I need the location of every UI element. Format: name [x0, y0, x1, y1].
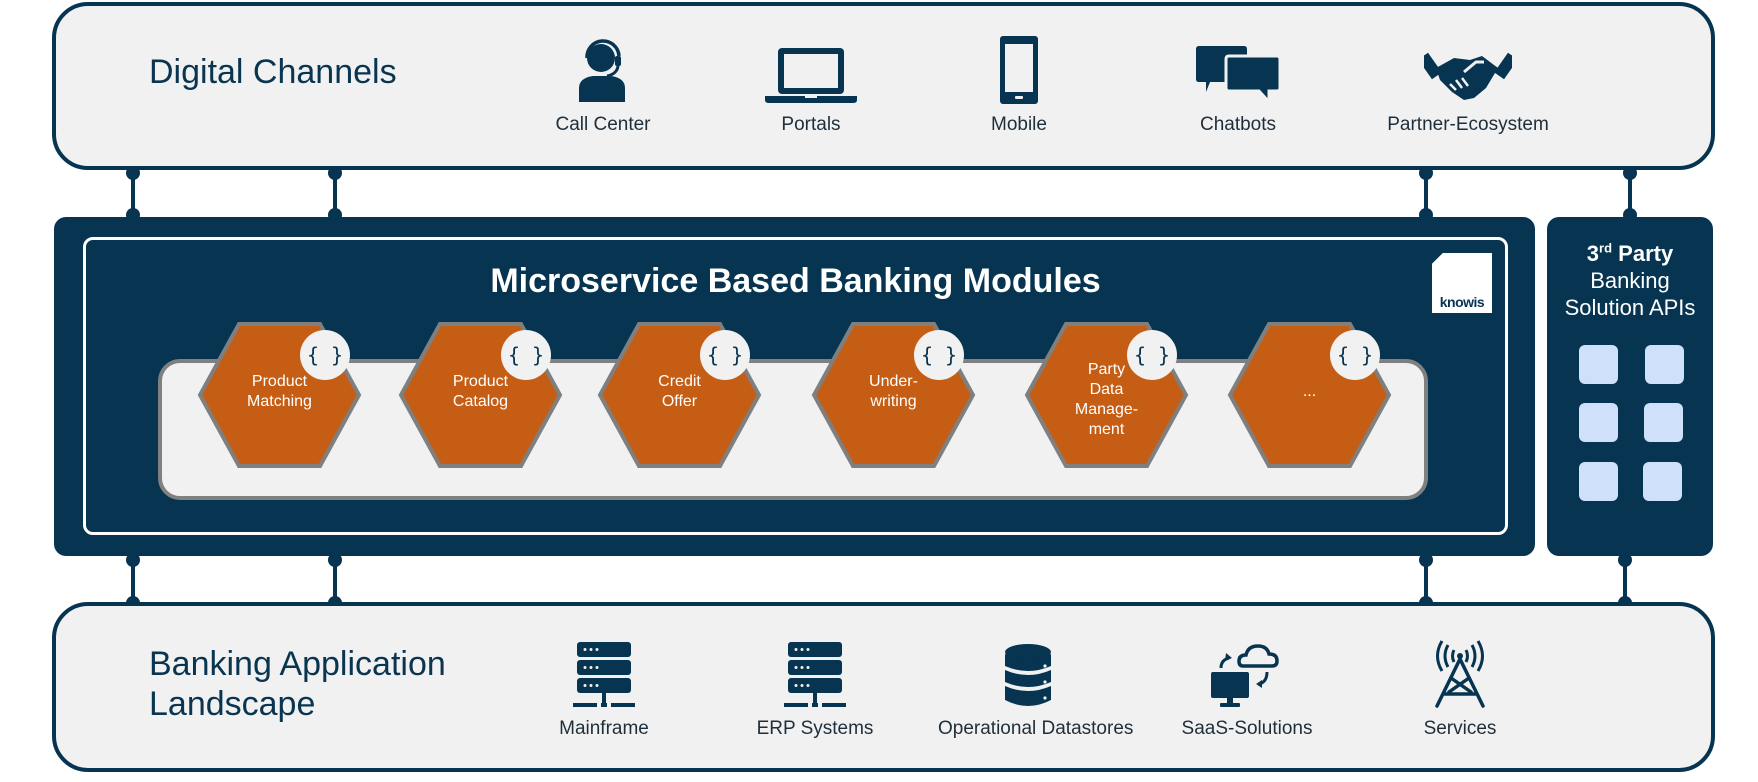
system-mainframe[interactable]: Mainframe [514, 636, 694, 740]
channel-mobile[interactable]: Mobile [929, 32, 1109, 136]
api-tile[interactable] [1643, 462, 1682, 501]
channel-chatbots[interactable]: Chatbots [1148, 32, 1328, 136]
landscape-title-line2: Landscape [149, 685, 316, 723]
system-label: ERP Systems [756, 718, 874, 739]
module-label: Party Data Manage-ment [1044, 360, 1169, 440]
channel-partner-ecosystem[interactable]: Partner-Ecosystem [1378, 32, 1558, 136]
system-erp[interactable]: ERP Systems [725, 636, 905, 740]
radio-tower-icon [1370, 636, 1550, 708]
module-label-line: writing [870, 393, 917, 410]
module-hexagon[interactable]: { }... [1227, 322, 1392, 468]
system-label: Mainframe [559, 718, 649, 739]
database-icon [938, 636, 1118, 708]
knowis-logo: knowis [1432, 253, 1492, 313]
headset-agent-icon [513, 32, 693, 104]
module-label: Under-writing [831, 372, 956, 412]
third-party-bold: Party [1618, 241, 1674, 267]
channel-label: Portals [781, 114, 841, 135]
api-braces-icon: { } [1330, 330, 1380, 380]
third-party-line3: Solution APIs [1564, 295, 1696, 321]
channel-label: Partner-Ecosystem [1387, 114, 1549, 135]
api-tile[interactable] [1579, 403, 1618, 442]
landscape-title-line1: Banking Application [149, 645, 446, 683]
laptop-icon [721, 32, 901, 104]
third-party-apis-panel: 3rd Party Banking Solution APIs [1547, 217, 1713, 556]
system-operational-datastores[interactable]: Operational Datastores [938, 636, 1134, 740]
module-label-line: ... [1302, 383, 1317, 400]
logo-text: knowis [1439, 294, 1485, 310]
digital-channels-title: Digital Channels [149, 53, 397, 91]
third-party-superscript: rd [1599, 241, 1613, 256]
module-label: ... [1247, 382, 1372, 402]
module-label-line: Product [251, 373, 308, 390]
module-label: Product Catalog [418, 372, 543, 412]
system-label: Operational Datastores [938, 718, 1134, 739]
channel-label: Mobile [991, 114, 1047, 135]
chat-bubbles-icon [1148, 32, 1328, 104]
channel-label: Chatbots [1199, 114, 1277, 135]
api-tile[interactable] [1579, 462, 1618, 501]
module-label: Product Matching [217, 372, 342, 412]
module-hexagon[interactable]: { } Product Catalog [398, 322, 563, 468]
module-label-line: Under- [869, 373, 918, 390]
third-party-title: 3rd Party Banking Solution APIs [1547, 235, 1713, 321]
module-label-line: Party [1087, 361, 1126, 378]
landscape-title: Banking Application Landscape [149, 644, 446, 724]
system-services[interactable]: Services [1370, 636, 1550, 740]
channel-call-center[interactable]: Call Center [513, 32, 693, 136]
module-hexagon[interactable]: { } Party Data Manage-ment [1024, 322, 1189, 468]
api-tile[interactable] [1645, 345, 1684, 384]
system-label: Services [1423, 718, 1497, 739]
system-label: SaaS-Solutions [1181, 718, 1313, 739]
module-label-line: Product [452, 373, 509, 390]
api-tile[interactable] [1579, 345, 1618, 384]
module-hexagon[interactable]: { } Product Matching [197, 322, 362, 468]
module-label-line: Catalog [452, 393, 509, 410]
module-label-line: Data [1089, 381, 1124, 398]
module-hexagon[interactable]: { } Credit Offer [597, 322, 762, 468]
module-label-line: Credit [658, 373, 701, 390]
channel-portals[interactable]: Portals [721, 32, 901, 136]
system-saas-solutions[interactable]: SaaS-Solutions [1157, 636, 1337, 740]
module-label-line: Manage- [1074, 401, 1139, 418]
module-label: Credit Offer [617, 372, 742, 412]
third-party-line2: Banking [1590, 268, 1670, 294]
smartphone-icon [929, 32, 1109, 104]
api-tile[interactable] [1644, 403, 1683, 442]
module-label-line: Matching [247, 393, 312, 410]
third-party-prefix: 3 [1586, 241, 1600, 267]
channel-label: Call Center [555, 114, 651, 135]
module-label-line: ment [1088, 421, 1125, 438]
server-rack-icon [725, 636, 905, 708]
module-hexagon[interactable]: { } Under-writing [811, 322, 976, 468]
modules-title: Microservice Based Banking Modules [490, 262, 1101, 300]
cloud-sync-icon [1157, 636, 1337, 708]
module-label-line: Offer [661, 393, 698, 410]
server-rack-icon [514, 636, 694, 708]
handshake-icon [1378, 32, 1558, 104]
